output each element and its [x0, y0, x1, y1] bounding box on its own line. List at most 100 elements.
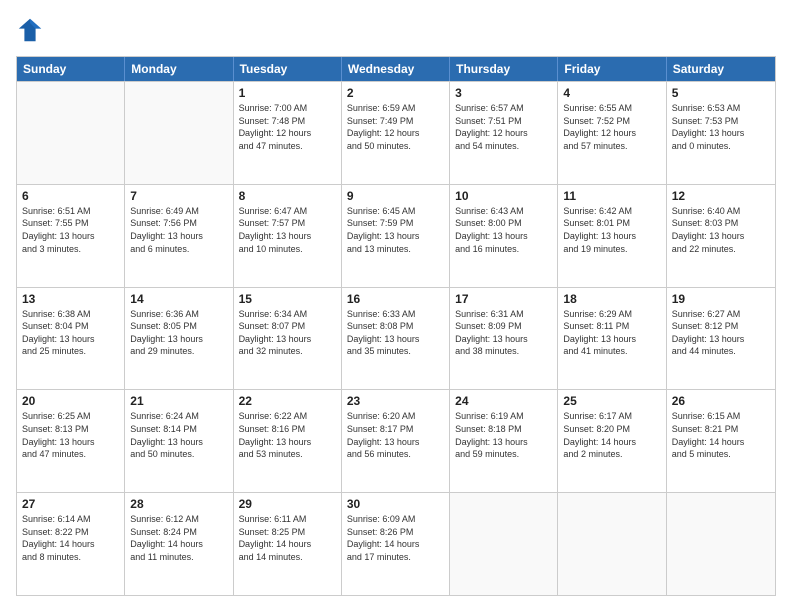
day-number: 27: [22, 497, 119, 511]
day-info: Sunrise: 6:38 AM Sunset: 8:04 PM Dayligh…: [22, 308, 119, 358]
day-info: Sunrise: 6:15 AM Sunset: 8:21 PM Dayligh…: [672, 410, 770, 460]
day-cell: 15 Sunrise: 6:34 AM Sunset: 8:07 PM Dayli…: [234, 288, 342, 390]
empty-cell: [125, 82, 233, 184]
page: SundayMondayTuesdayWednesdayThursdayFrid…: [0, 0, 792, 612]
day-cell: 9Sunrise: 6:45 AM Sunset: 7:59 PM Daylig…: [342, 185, 450, 287]
calendar: SundayMondayTuesdayWednesdayThursdayFrid…: [16, 56, 776, 596]
day-cell: 2 Sunrise: 6:59 AM Sunset: 7:49 PM Daylig…: [342, 82, 450, 184]
day-info: Sunrise: 6:11 AM Sunset: 8:25 PM Dayligh…: [239, 513, 336, 563]
empty-cell: [17, 82, 125, 184]
day-info: Sunrise: 6:57 AM Sunset: 7:51 PM Dayligh…: [455, 102, 552, 152]
day-cell: 4 Sunrise: 6:55 AM Sunset: 7:52 PM Daylig…: [558, 82, 666, 184]
day-cell: 28 Sunrise: 6:12 AM Sunset: 8:24 PM Dayli…: [125, 493, 233, 595]
day-info: Sunrise: 6:19 AM Sunset: 8:18 PM Dayligh…: [455, 410, 552, 460]
day-info: Sunrise: 6:34 AM Sunset: 8:07 PM Dayligh…: [239, 308, 336, 358]
day-number: 18: [563, 292, 660, 306]
day-number: 17: [455, 292, 552, 306]
calendar-row: 1 Sunrise: 7:00 AM Sunset: 7:48 PM Daylig…: [17, 81, 775, 184]
day-number: 20: [22, 394, 119, 408]
calendar-row: 27 Sunrise: 6:14 AM Sunset: 8:22 PM Dayli…: [17, 492, 775, 595]
day-number: 1: [239, 86, 336, 100]
day-info: Sunrise: 6:49 AM Sunset: 7:56 PM Dayligh…: [130, 205, 227, 255]
weekday-header: Friday: [558, 57, 666, 81]
day-info: Sunrise: 6:29 AM Sunset: 8:11 PM Dayligh…: [563, 308, 660, 358]
day-info: Sunrise: 6:17 AM Sunset: 8:20 PM Dayligh…: [563, 410, 660, 460]
day-info: Sunrise: 6:24 AM Sunset: 8:14 PM Dayligh…: [130, 410, 227, 460]
empty-cell: [667, 493, 775, 595]
day-cell: 14Sunrise: 6:36 AM Sunset: 8:05 PM Dayli…: [125, 288, 233, 390]
day-cell: 24 Sunrise: 6:19 AM Sunset: 8:18 PM Dayli…: [450, 390, 558, 492]
day-number: 15: [239, 292, 336, 306]
day-cell: 30 Sunrise: 6:09 AM Sunset: 8:26 PM Dayli…: [342, 493, 450, 595]
day-info: Sunrise: 7:00 AM Sunset: 7:48 PM Dayligh…: [239, 102, 336, 152]
day-number: 3: [455, 86, 552, 100]
day-info: Sunrise: 6:31 AM Sunset: 8:09 PM Dayligh…: [455, 308, 552, 358]
day-cell: 12 Sunrise: 6:40 AM Sunset: 8:03 PM Dayli…: [667, 185, 775, 287]
day-number: 12: [672, 189, 770, 203]
day-number: 30: [347, 497, 444, 511]
day-number: 4: [563, 86, 660, 100]
day-info: Sunrise: 6:22 AM Sunset: 8:16 PM Dayligh…: [239, 410, 336, 460]
day-number: 14: [130, 292, 227, 306]
day-number: 24: [455, 394, 552, 408]
day-cell: 18 Sunrise: 6:29 AM Sunset: 8:11 PM Dayli…: [558, 288, 666, 390]
calendar-row: 20 Sunrise: 6:25 AM Sunset: 8:13 PM Dayli…: [17, 389, 775, 492]
day-number: 23: [347, 394, 444, 408]
day-info: Sunrise: 6:51 AM Sunset: 7:55 PM Dayligh…: [22, 205, 119, 255]
day-cell: 20 Sunrise: 6:25 AM Sunset: 8:13 PM Dayli…: [17, 390, 125, 492]
day-number: 13: [22, 292, 119, 306]
day-number: 6: [22, 189, 119, 203]
day-cell: 19 Sunrise: 6:27 AM Sunset: 8:12 PM Dayli…: [667, 288, 775, 390]
weekday-header: Monday: [125, 57, 233, 81]
day-number: 10: [455, 189, 552, 203]
empty-cell: [450, 493, 558, 595]
day-cell: 22 Sunrise: 6:22 AM Sunset: 8:16 PM Dayli…: [234, 390, 342, 492]
day-info: Sunrise: 6:59 AM Sunset: 7:49 PM Dayligh…: [347, 102, 444, 152]
logo: [16, 16, 48, 44]
day-number: 26: [672, 394, 770, 408]
calendar-row: 13 Sunrise: 6:38 AM Sunset: 8:04 PM Dayli…: [17, 287, 775, 390]
day-info: Sunrise: 6:14 AM Sunset: 8:22 PM Dayligh…: [22, 513, 119, 563]
day-cell: 27 Sunrise: 6:14 AM Sunset: 8:22 PM Dayli…: [17, 493, 125, 595]
day-number: 19: [672, 292, 770, 306]
day-cell: 16Sunrise: 6:33 AM Sunset: 8:08 PM Dayli…: [342, 288, 450, 390]
day-number: 5: [672, 86, 770, 100]
day-number: 11: [563, 189, 660, 203]
day-cell: 7 Sunrise: 6:49 AM Sunset: 7:56 PM Daylig…: [125, 185, 233, 287]
day-cell: 29 Sunrise: 6:11 AM Sunset: 8:25 PM Dayli…: [234, 493, 342, 595]
weekday-header: Sunday: [17, 57, 125, 81]
calendar-row: 6 Sunrise: 6:51 AM Sunset: 7:55 PM Daylig…: [17, 184, 775, 287]
weekday-header: Thursday: [450, 57, 558, 81]
day-info: Sunrise: 6:45 AM Sunset: 7:59 PM Dayligh…: [347, 205, 444, 255]
day-cell: 25 Sunrise: 6:17 AM Sunset: 8:20 PM Dayli…: [558, 390, 666, 492]
day-info: Sunrise: 6:53 AM Sunset: 7:53 PM Dayligh…: [672, 102, 770, 152]
day-info: Sunrise: 6:40 AM Sunset: 8:03 PM Dayligh…: [672, 205, 770, 255]
day-info: Sunrise: 6:12 AM Sunset: 8:24 PM Dayligh…: [130, 513, 227, 563]
weekday-header: Tuesday: [234, 57, 342, 81]
day-number: 7: [130, 189, 227, 203]
day-number: 22: [239, 394, 336, 408]
day-number: 2: [347, 86, 444, 100]
day-info: Sunrise: 6:27 AM Sunset: 8:12 PM Dayligh…: [672, 308, 770, 358]
day-number: 28: [130, 497, 227, 511]
calendar-header: SundayMondayTuesdayWednesdayThursdayFrid…: [17, 57, 775, 81]
day-info: Sunrise: 6:09 AM Sunset: 8:26 PM Dayligh…: [347, 513, 444, 563]
day-cell: 11 Sunrise: 6:42 AM Sunset: 8:01 PM Dayli…: [558, 185, 666, 287]
day-cell: 8Sunrise: 6:47 AM Sunset: 7:57 PM Daylig…: [234, 185, 342, 287]
weekday-header: Wednesday: [342, 57, 450, 81]
day-number: 29: [239, 497, 336, 511]
logo-icon: [16, 16, 44, 44]
day-number: 8: [239, 189, 336, 203]
weekday-header: Saturday: [667, 57, 775, 81]
day-cell: 26 Sunrise: 6:15 AM Sunset: 8:21 PM Dayli…: [667, 390, 775, 492]
day-info: Sunrise: 6:42 AM Sunset: 8:01 PM Dayligh…: [563, 205, 660, 255]
day-cell: 5 Sunrise: 6:53 AM Sunset: 7:53 PM Daylig…: [667, 82, 775, 184]
day-info: Sunrise: 6:25 AM Sunset: 8:13 PM Dayligh…: [22, 410, 119, 460]
day-cell: 3 Sunrise: 6:57 AM Sunset: 7:51 PM Daylig…: [450, 82, 558, 184]
day-info: Sunrise: 6:20 AM Sunset: 8:17 PM Dayligh…: [347, 410, 444, 460]
day-number: 25: [563, 394, 660, 408]
day-number: 16: [347, 292, 444, 306]
header: [16, 16, 776, 44]
day-info: Sunrise: 6:43 AM Sunset: 8:00 PM Dayligh…: [455, 205, 552, 255]
day-info: Sunrise: 6:55 AM Sunset: 7:52 PM Dayligh…: [563, 102, 660, 152]
